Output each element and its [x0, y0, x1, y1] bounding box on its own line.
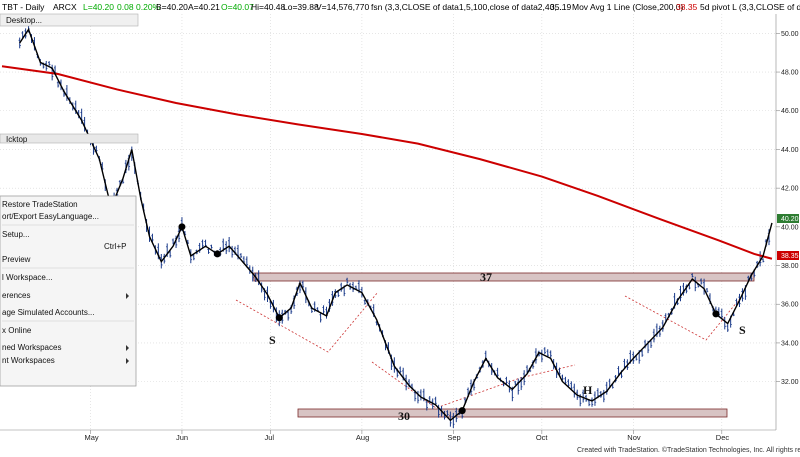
context-menu: Restore TradeStation ort/Export EasyLang… [0, 195, 137, 387]
pivot-low-marker [178, 223, 186, 231]
last-price-tag: 40.20 [777, 214, 799, 223]
header-volume: V=14,576,770 [316, 2, 369, 12]
header-change: 0.08 [117, 2, 134, 12]
x-tick-label: Aug [356, 433, 369, 442]
menu-item-preview[interactable]: Preview [2, 255, 31, 264]
desktop-tab-label: Desktop... [6, 16, 42, 25]
x-tick-label: Jul [264, 433, 274, 442]
x-tick-label: Jun [176, 433, 188, 442]
ma-price-value: 38.35 [781, 253, 799, 260]
desktop-tab[interactable]: Desktop... [0, 13, 139, 27]
menu-item-workspace-label: l Workspace... [2, 273, 53, 282]
y-tick-label: 40.00 [781, 224, 799, 231]
menu-item-recent-workspaces-label: nt Workspaces [2, 356, 55, 365]
menu-item-simulated-accounts-label: age Simulated Accounts... [2, 308, 95, 317]
y-tick-label: 34.00 [781, 340, 799, 347]
y-tick-label: 36.00 [781, 302, 799, 309]
y-axis: 32.00 34.00 36.00 38.00 40.00 42.00 44.00 46.00… [775, 14, 799, 430]
header-study3: 5d pivot L (3,3,CLOSE of da [700, 2, 800, 12]
y-tick-label: 42.00 [781, 186, 799, 193]
menu-item-online[interactable]: x Online [2, 326, 32, 335]
chart-canvas: TBT - Daily ARCX L=40.20 0.08 0.20% B=40… [0, 0, 800, 454]
menu-item-workspace[interactable]: l Workspace... [2, 273, 53, 282]
header-ask: A=40.21 [188, 2, 220, 12]
header-symbol: TBT - Daily [2, 2, 45, 12]
x-tick-label: Nov [627, 433, 641, 442]
head-label: H [583, 383, 593, 397]
menu-item-setup-label: Setup... [2, 230, 30, 239]
y-tick-label: 38.00 [781, 263, 799, 270]
pivot-markers [178, 223, 720, 415]
menu-item-print-shortcut: Ctrl+P [104, 242, 126, 251]
y-tick-label: 46.00 [781, 108, 799, 115]
y-tick-label: 48.00 [781, 70, 799, 77]
right-shoulder-label: S [739, 323, 746, 337]
x-tick-label: Oct [536, 433, 549, 442]
menu-item-setup[interactable]: Setup... [2, 230, 30, 239]
header-exchange: ARCX [53, 2, 77, 12]
x-tick-label: May [85, 433, 99, 442]
pivot-low-marker [712, 310, 720, 318]
menu-item-preview-label: Preview [2, 255, 31, 264]
header-study1-value: 35.19 [550, 2, 572, 12]
y-tick-label: 32.00 [781, 379, 799, 386]
pivot-low-marker [275, 314, 283, 322]
header-last: L=40.20 [83, 2, 114, 12]
pivot-low-marker [213, 250, 221, 258]
header-study2-value: 38.35 [676, 2, 698, 12]
x-tick-label: Dec [716, 433, 730, 442]
second-window-tab[interactable]: Icktop [0, 133, 139, 144]
x-axis: May Jun Jul Aug Sep Oct Nov Dec [0, 429, 776, 442]
header-bid: B=40.20 [156, 2, 188, 12]
resistance-box: 37 [253, 270, 755, 284]
x-tick-label: Sep [447, 433, 460, 442]
menu-item-import-export-label: ort/Export EasyLanguage... [2, 212, 99, 221]
menu-item-simulated-accounts[interactable]: age Simulated Accounts... [2, 308, 95, 317]
support-box: 30 [297, 408, 728, 423]
menu-item-preferences-label: erences [2, 291, 30, 300]
menu-item-designed-workspaces-label: ned Workspaces [2, 343, 61, 352]
header-open: O=40.07 [221, 2, 254, 12]
y-tick-label: 50.00 [781, 31, 799, 38]
header-high: Hi=40.48 [251, 2, 286, 12]
resistance-label: 37 [480, 270, 492, 284]
left-shoulder-label: S [269, 333, 276, 347]
ma-price-tag: 38.35 [777, 251, 799, 260]
pivot-low-marker [458, 407, 466, 415]
header-study1: fsn (3,3,CLOSE of data1,5,100,close of d… [371, 2, 564, 12]
header-bar: TBT - Daily ARCX L=40.20 0.08 0.20% B=40… [0, 0, 800, 13]
menu-item-restore-label: Restore TradeStation [2, 200, 78, 209]
last-price-value: 40.20 [781, 216, 799, 223]
header-low: Lo=39.88 [283, 2, 319, 12]
header-study2: Mov Avg 1 Line (Close,200,0) [572, 2, 684, 12]
menu-item-restore[interactable]: Restore TradeStation [2, 200, 78, 209]
menu-item-online-label: x Online [2, 326, 32, 335]
menu-item-import-export[interactable]: ort/Export EasyLanguage... [2, 212, 99, 221]
second-window-label: Icktop [6, 135, 28, 144]
support-label: 30 [398, 409, 410, 423]
footer-copyright: Created with TradeStation. ©TradeStation… [577, 446, 800, 454]
y-tick-label: 44.00 [781, 147, 799, 154]
menu-item-print[interactable]: Ctrl+P [104, 242, 126, 251]
